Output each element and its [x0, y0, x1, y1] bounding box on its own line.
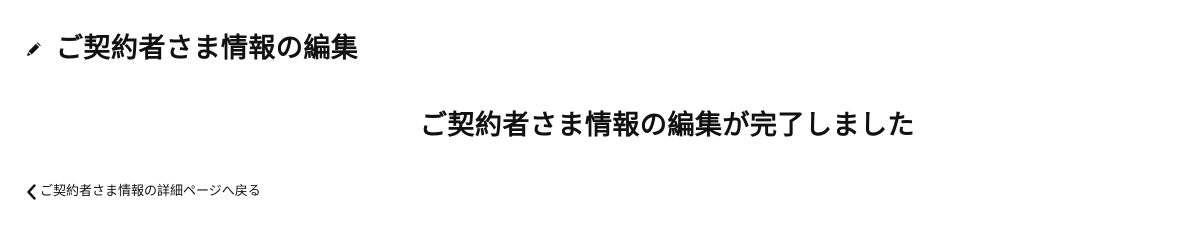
completion-message: ご契約者さま情報の編集が完了しました: [420, 110, 915, 141]
page-header: ご契約者さま情報の編集: [24, 29, 359, 69]
back-link-label: ご契約者さま情報の詳細ページへ戻る: [40, 184, 261, 199]
back-to-details-link[interactable]: ご契約者さま情報の詳細ページへ戻る: [25, 181, 261, 203]
chevron-left-icon: [25, 183, 37, 201]
page-title: ご契約者さま情報の編集: [56, 33, 359, 64]
pencil-icon: [24, 39, 44, 59]
